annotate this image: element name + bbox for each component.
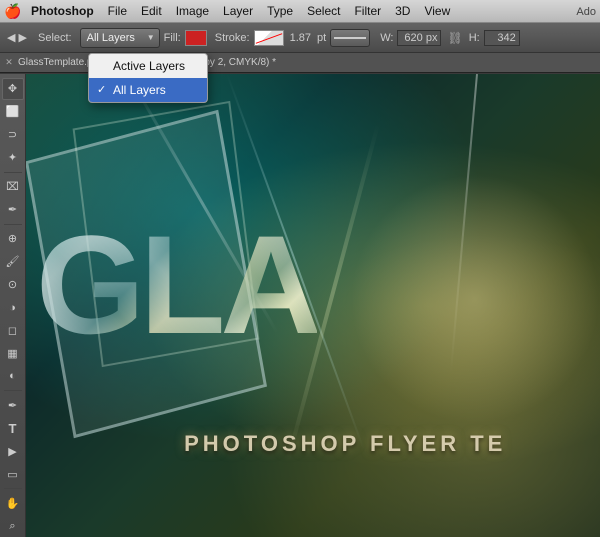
apple-menu[interactable]: 🍎 xyxy=(4,0,22,22)
tool-history[interactable]: ◑ xyxy=(2,297,24,319)
select-label: Select: xyxy=(34,32,76,44)
tool-brush[interactable]: 🖌 xyxy=(2,251,24,273)
width-label: W: xyxy=(380,32,393,44)
tool-divider-3 xyxy=(4,390,22,391)
height-value[interactable]: 342 xyxy=(484,30,520,46)
stroke-label: Stroke: xyxy=(215,32,250,44)
glass-text-overlay: GLA xyxy=(36,204,317,366)
tool-gradient[interactable]: ▦ xyxy=(2,342,24,364)
stroke-unit: pt xyxy=(317,32,326,44)
menu-view[interactable]: View xyxy=(417,3,457,19)
app-name[interactable]: Photoshop xyxy=(24,3,101,19)
tool-pen[interactable]: ✒ xyxy=(2,394,24,416)
tool-magic-wand[interactable]: ✦ xyxy=(2,147,24,169)
all-layers-label: All Layers xyxy=(113,83,166,97)
tab-close-button[interactable]: ✕ xyxy=(0,53,14,72)
active-layers-label: Active Layers xyxy=(113,59,185,73)
height-label: H: xyxy=(469,32,480,44)
tool-divider-2 xyxy=(4,224,22,225)
glow-spot xyxy=(350,174,600,424)
tool-shape[interactable]: ▭ xyxy=(2,463,24,485)
canvas-subtitle: PHOTOSHOP FLYER TE xyxy=(184,431,506,457)
tool-divider-4 xyxy=(4,488,22,489)
tool-path-select[interactable]: ▶ xyxy=(2,440,24,462)
tool-marquee-rect[interactable]: ⬜ xyxy=(2,101,24,123)
stroke-size: 1.87 xyxy=(288,32,313,44)
tool-heal[interactable]: ⊕ xyxy=(2,228,24,250)
layer-option-all[interactable]: ✓ All Layers xyxy=(89,78,207,102)
toolbar-nav-arrows[interactable]: ◀ ▶ xyxy=(4,29,30,46)
tool-clone[interactable]: ⊙ xyxy=(2,274,24,296)
stroke-line-preview xyxy=(334,37,366,39)
tool-lasso[interactable]: ⊃ xyxy=(2,124,24,146)
width-value[interactable]: 620 px xyxy=(397,30,441,46)
tool-type[interactable]: T xyxy=(2,417,24,439)
menu-image[interactable]: Image xyxy=(169,3,216,19)
tool-crop[interactable]: ⌧ xyxy=(2,176,24,198)
menu-select[interactable]: Select xyxy=(300,3,347,19)
toolbar: ◀ ▶ Select: All Layers ▼ Fill: Stroke: 1… xyxy=(0,23,600,53)
checkmark-icon: ✓ xyxy=(97,83,106,96)
tool-move[interactable]: ✥ xyxy=(2,78,24,100)
chevron-down-icon: ▼ xyxy=(147,33,155,42)
menu-3d[interactable]: 3D xyxy=(388,3,417,19)
stroke-type-dropdown[interactable] xyxy=(330,29,370,47)
menu-layer[interactable]: Layer xyxy=(216,3,260,19)
stroke-swatch[interactable] xyxy=(254,30,284,46)
fill-swatch[interactable] xyxy=(185,30,207,46)
menu-file[interactable]: File xyxy=(101,3,134,19)
menu-edit[interactable]: Edit xyxy=(134,3,169,19)
tool-zoom[interactable]: ⌕ xyxy=(2,515,24,537)
menubar: 🍎 Photoshop File Edit Image Layer Type S… xyxy=(0,0,600,23)
layer-dropdown-value: All Layers xyxy=(87,32,135,44)
left-toolbox: ✥ ⬜ ⊃ ✦ ⌧ ✒ ⊕ 🖌 ⊙ ◑ ◻ ▦ ◐ ✒ T ▶ ▭ ✋ ⌕ xyxy=(0,74,26,537)
ado-label: Ado xyxy=(576,0,600,23)
tool-eyedropper[interactable]: ✒ xyxy=(2,199,24,221)
layer-dropdown[interactable]: All Layers ▼ xyxy=(80,28,160,48)
fill-label: Fill: xyxy=(164,32,181,44)
tool-eraser[interactable]: ◻ xyxy=(2,320,24,342)
canvas-area[interactable]: GLA GLA PHOTOSHOP FLYER TE xyxy=(26,74,600,537)
menu-filter[interactable]: Filter xyxy=(347,3,388,19)
tool-divider-1 xyxy=(4,172,22,173)
tool-dodge[interactable]: ◐ xyxy=(2,365,24,387)
layer-option-active[interactable]: Active Layers xyxy=(89,54,207,78)
layer-dropdown-popup: Active Layers ✓ All Layers xyxy=(88,53,208,103)
menu-type[interactable]: Type xyxy=(260,3,300,19)
chain-link-icon[interactable]: ⛓ xyxy=(447,31,462,45)
canvas-image: GLA GLA PHOTOSHOP FLYER TE xyxy=(26,74,600,537)
tool-hand[interactable]: ✋ xyxy=(2,492,24,514)
